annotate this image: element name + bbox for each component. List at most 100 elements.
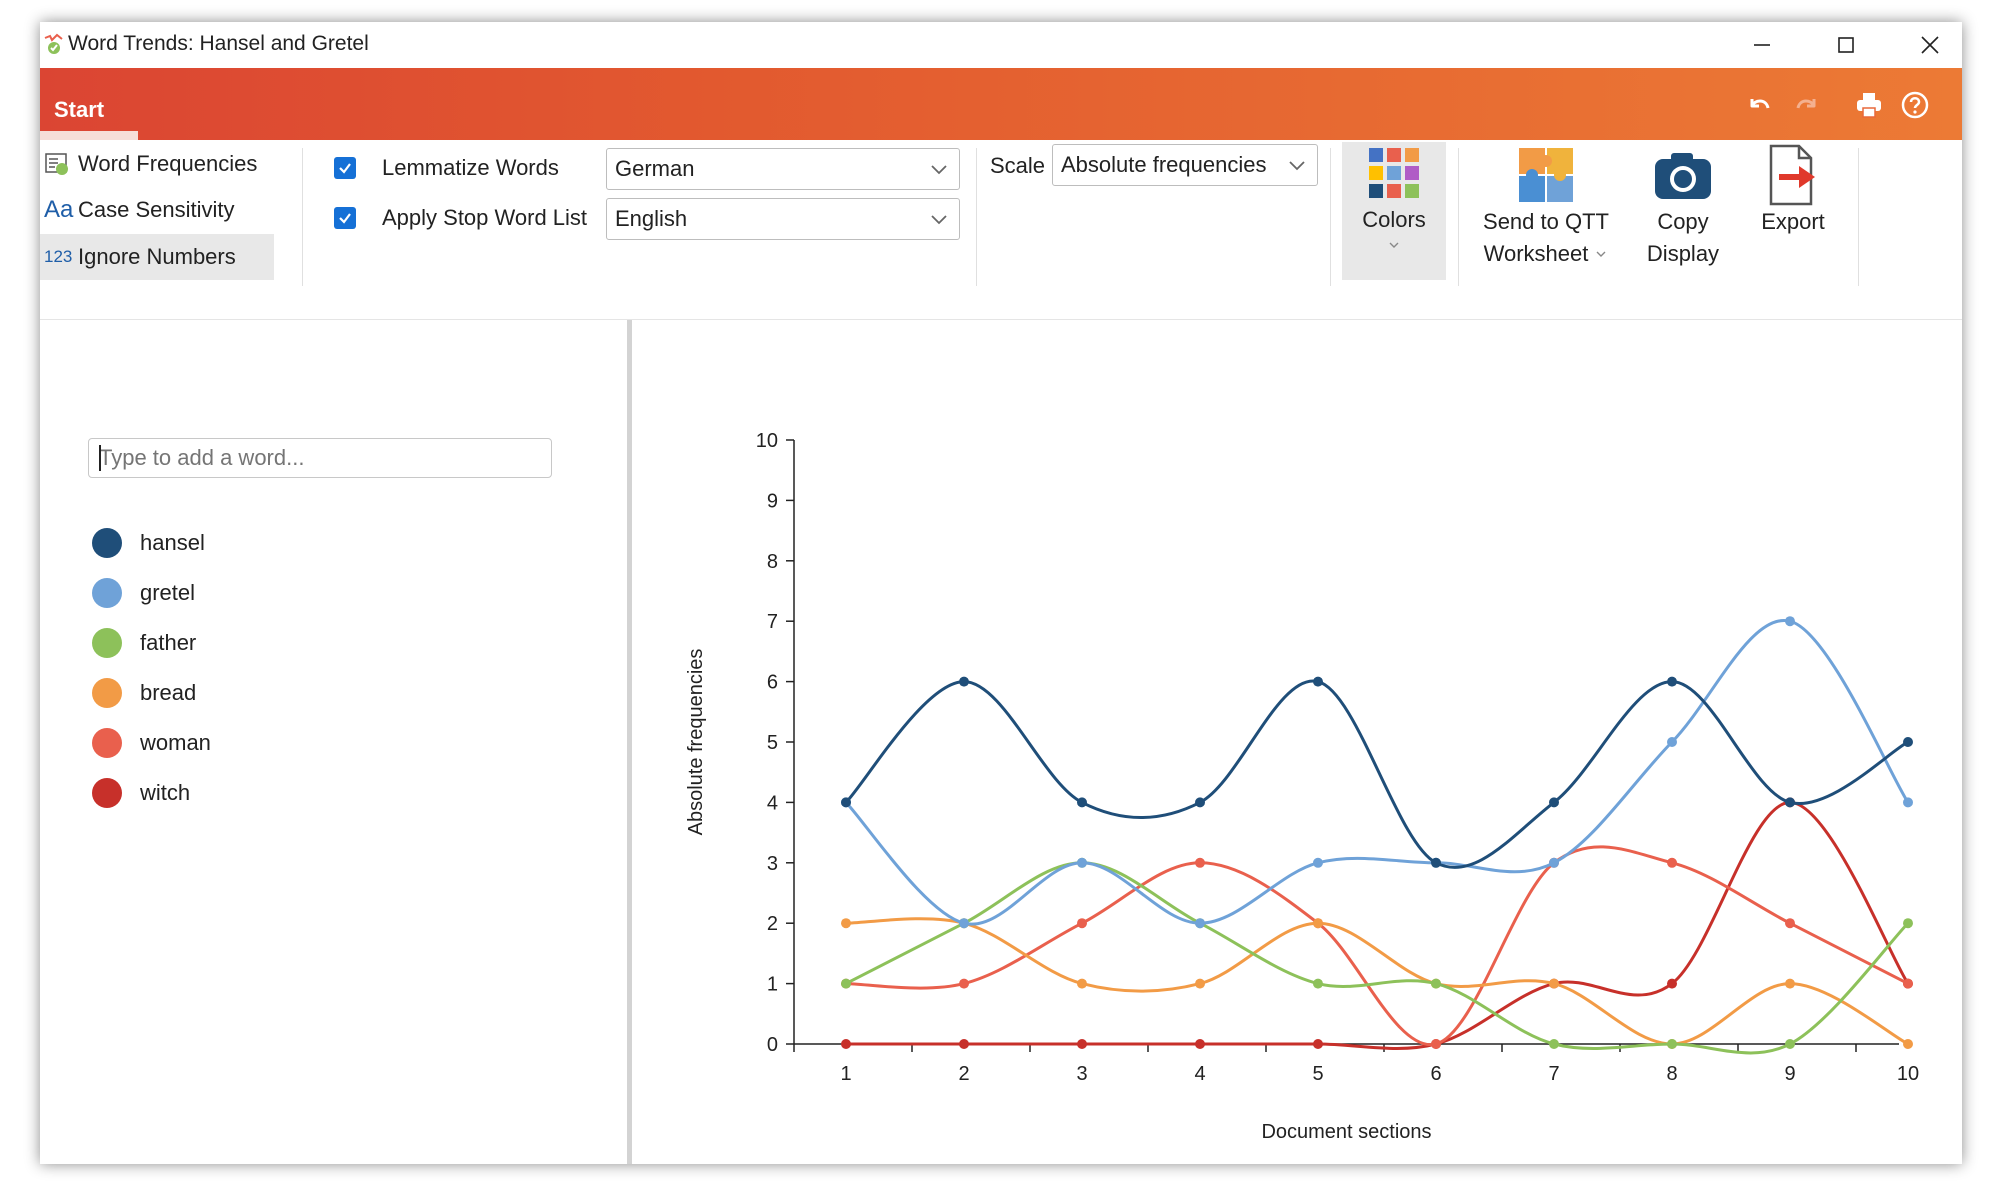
legend-item[interactable]: woman <box>92 718 211 768</box>
ribbon-body: Word Frequencies Aa Case Sensitivity 123… <box>40 140 1962 320</box>
x-tick-label: 8 <box>1666 1063 1677 1085</box>
data-point-witch <box>1077 1039 1087 1049</box>
data-point-woman <box>959 978 969 989</box>
copy-display-button[interactable]: Copy Display <box>1638 144 1728 270</box>
x-axis-label: Document sections <box>1261 1121 1431 1143</box>
ribbon-header: Start <box>40 68 1962 140</box>
data-point-woman <box>1431 1039 1441 1049</box>
y-tick-label: 4 <box>767 792 778 814</box>
scale-label: Scale <box>990 153 1046 178</box>
stopword-language-value: English <box>615 206 688 231</box>
stopword-label: Apply Stop Word List <box>382 205 588 230</box>
legend-label: hansel <box>140 530 205 555</box>
maximize-button[interactable] <box>1804 22 1888 68</box>
title-bar: Word Trends: Hansel and Gretel <box>40 22 1962 68</box>
data-point-bread <box>1195 978 1205 989</box>
stopword-checkbox[interactable]: Apply Stop Word List <box>334 198 587 238</box>
tab-start-indicator <box>40 131 138 140</box>
chevron-down-icon <box>1289 161 1305 171</box>
undo-button[interactable] <box>1742 88 1776 122</box>
case-sensitivity-icon: Aa <box>44 196 74 223</box>
series-line-father <box>845 861 1910 1055</box>
line-chart: 0 1 2 3 4 5 6 7 8 9 10 1 2 3 4 5 6 7 8 9 10 Document sections… <box>685 430 1919 1143</box>
data-point-father <box>1313 978 1323 989</box>
copy-label-line2: Display <box>1646 241 1720 266</box>
ribbon-separator <box>302 148 303 286</box>
lemmatize-label: Lemmatize Words <box>382 155 559 180</box>
print-icon <box>1857 93 1881 118</box>
series-line-hansel <box>844 679 1909 869</box>
x-tick-label: 9 <box>1784 1063 1795 1085</box>
data-point-woman <box>1195 857 1205 868</box>
data-point-father <box>1667 1039 1677 1049</box>
data-point-hansel <box>1903 737 1913 747</box>
legend-dot <box>92 628 122 658</box>
data-point-gretel <box>959 918 969 929</box>
redo-icon <box>1796 99 1816 109</box>
legend-dot <box>92 678 122 708</box>
y-tick-label: 5 <box>767 732 778 754</box>
x-tick-label: 3 <box>1076 1063 1087 1085</box>
lemmatize-language-select[interactable]: German <box>606 148 960 190</box>
ignore-numbers-button[interactable]: 123 Ignore Numbers <box>40 234 274 280</box>
print-button[interactable] <box>1852 88 1886 122</box>
series-line-bread <box>845 917 1909 1046</box>
scale-select[interactable]: Absolute frequencies <box>1052 144 1318 186</box>
data-point-hansel <box>1431 857 1441 868</box>
data-point-bread <box>1313 918 1323 929</box>
undo-icon <box>1750 99 1770 109</box>
ribbon-separator <box>1458 148 1459 286</box>
add-word-input[interactable] <box>88 438 552 478</box>
legend-dot <box>92 728 122 758</box>
word-frequencies-label: Word Frequencies <box>78 151 258 176</box>
lemmatize-language-value: German <box>615 156 695 181</box>
redo-button[interactable] <box>1790 88 1824 122</box>
y-tick-label: 1 <box>767 974 778 996</box>
close-button[interactable] <box>1888 22 1962 68</box>
legend-label: woman <box>140 730 211 755</box>
case-sensitivity-label: Case Sensitivity <box>78 197 235 222</box>
colors-button[interactable]: Colors <box>1342 142 1446 280</box>
tab-start[interactable]: Start <box>40 92 138 132</box>
stopword-language-select[interactable]: English <box>606 198 960 240</box>
legend-label: bread <box>140 680 197 705</box>
ignore-numbers-label: Ignore Numbers <box>78 244 236 269</box>
y-axis-label: Absolute frequencies <box>685 649 707 836</box>
data-point-gretel <box>1785 616 1795 627</box>
word-frequencies-icon <box>44 151 78 177</box>
colors-label: Colors <box>1362 207 1426 232</box>
data-point-witch <box>1195 1039 1205 1049</box>
data-point-gretel <box>1077 857 1087 868</box>
data-point-bread <box>841 918 851 929</box>
series-line-gretel <box>844 619 1910 926</box>
chevron-down-icon <box>1389 242 1399 248</box>
ribbon-separator <box>1330 148 1331 286</box>
legend-item[interactable]: witch <box>92 768 211 818</box>
minimize-icon <box>1754 44 1770 46</box>
lemmatize-checkbox[interactable]: Lemmatize Words <box>334 148 559 188</box>
data-point-bread <box>1903 1039 1913 1049</box>
data-point-hansel <box>841 797 851 808</box>
data-point-gretel <box>1195 918 1205 929</box>
send-to-qtt-button[interactable]: Send to QTT Worksheet <box>1472 144 1620 270</box>
data-point-bread <box>1077 978 1087 989</box>
legend-item[interactable]: hansel <box>92 518 211 568</box>
legend-item[interactable]: bread <box>92 668 211 718</box>
x-tick-label: 10 <box>1897 1063 1919 1085</box>
colors-icon <box>1364 142 1424 204</box>
help-button[interactable] <box>1898 88 1932 122</box>
data-point-hansel <box>1077 797 1087 808</box>
minimize-button[interactable] <box>1720 22 1804 68</box>
x-tick-label: 5 <box>1312 1063 1323 1085</box>
send-label-line1: Send to QTT <box>1483 209 1609 234</box>
legend-item[interactable]: father <box>92 618 211 668</box>
copy-label-line1: Copy <box>1657 209 1709 234</box>
data-point-woman <box>1785 918 1795 929</box>
word-frequencies-button[interactable]: Word Frequencies <box>44 144 276 184</box>
legend-item[interactable]: gretel <box>92 568 211 618</box>
chevron-down-icon <box>1596 251 1606 257</box>
export-button[interactable]: Export <box>1748 144 1838 238</box>
chart-area: 0 1 2 3 4 5 6 7 8 9 10 1 2 3 4 5 6 7 8 9 10 Document sections… <box>632 320 1962 1164</box>
case-sensitivity-button[interactable]: Aa Case Sensitivity <box>44 190 276 230</box>
close-icon <box>1921 36 1939 54</box>
